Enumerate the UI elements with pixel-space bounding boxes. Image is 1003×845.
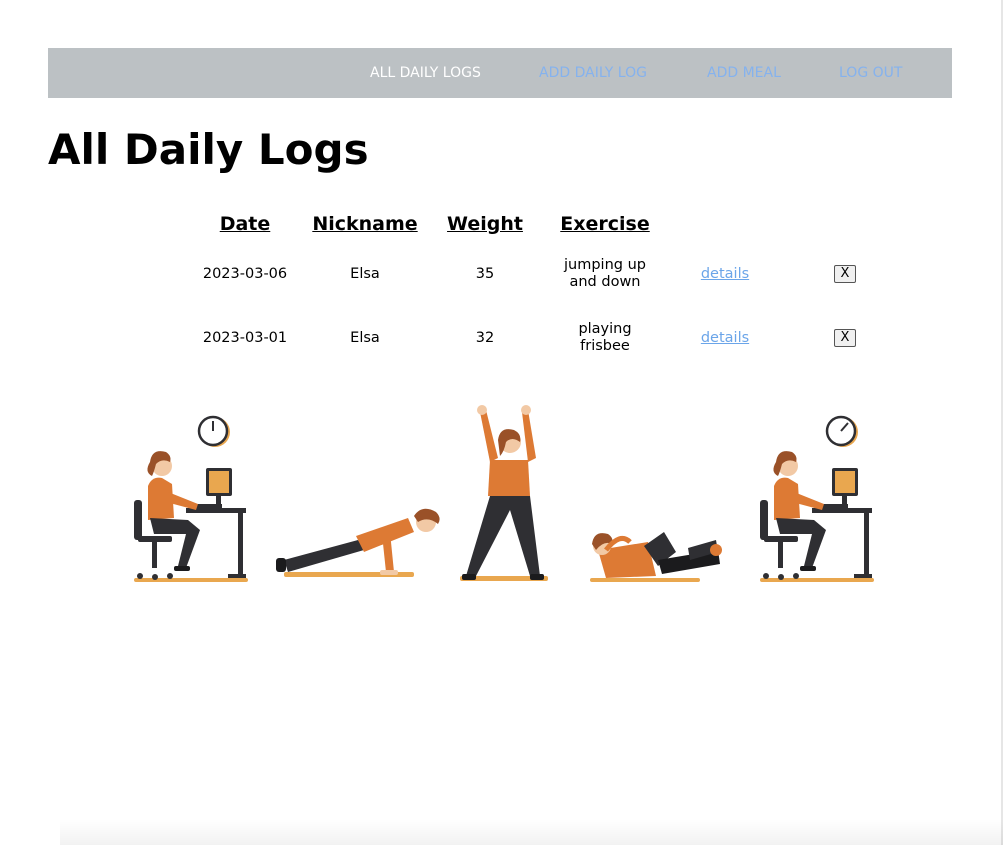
header-delete-spacer	[785, 206, 905, 242]
header-date: Date	[219, 213, 271, 235]
bottom-shadow	[60, 819, 1003, 845]
header-details-spacer	[665, 206, 785, 242]
nickname-cell: Elsa	[305, 306, 425, 370]
exercise-value: jumping up and down	[564, 257, 646, 290]
weight-value: 32	[475, 329, 495, 346]
delete-cell: X	[785, 306, 905, 370]
date-value: 2023-03-01	[202, 329, 288, 346]
delete-button[interactable]: X	[833, 329, 857, 347]
delete-button[interactable]: X	[833, 265, 857, 283]
date-value: 2023-03-06	[202, 265, 288, 282]
table-row: 2023-03-01 Elsa 32 playing frisbee detai…	[185, 306, 905, 370]
daily-logs-table: Date Nickname Weight Exercise 2023-03-06…	[185, 206, 905, 370]
clock-icon	[197, 415, 230, 447]
top-nav-bar: ALL DAILY LOGS ADD DAILY LOG ADD MEAL LO…	[48, 48, 952, 98]
weight-cell: 32	[425, 306, 545, 370]
details-link[interactable]: details	[701, 330, 749, 346]
nav-add-daily-log[interactable]: ADD DAILY LOG	[539, 48, 647, 98]
nickname-value: Elsa	[350, 329, 380, 346]
header-nickname: Nickname	[312, 213, 418, 235]
nickname-cell: Elsa	[305, 242, 425, 306]
woman-at-desk-icon	[760, 451, 874, 582]
date-cell: 2023-03-06	[185, 242, 305, 306]
page-title: All Daily Logs	[48, 125, 369, 174]
details-cell: details	[665, 306, 785, 370]
jumping-jack-icon	[460, 405, 548, 581]
exercise-illustration	[134, 405, 874, 582]
delete-cell: X	[785, 242, 905, 306]
table-header-row: Date Nickname Weight Exercise	[185, 206, 905, 242]
details-cell: details	[665, 242, 785, 306]
nav-all-daily-logs[interactable]: ALL DAILY LOGS	[370, 48, 481, 98]
details-link[interactable]: details	[701, 266, 749, 282]
woman-at-desk-icon	[134, 451, 248, 582]
header-weight: Weight	[447, 213, 523, 235]
clock-icon	[825, 415, 858, 447]
exercise-cell: jumping up and down	[545, 242, 665, 306]
header-exercise: Exercise	[560, 213, 650, 235]
exercise-value: playing frisbee	[578, 321, 632, 354]
exercise-cell: playing frisbee	[545, 306, 665, 370]
weight-cell: 35	[425, 242, 545, 306]
situp-icon	[590, 532, 722, 582]
page: ALL DAILY LOGS ADD DAILY LOG ADD MEAL LO…	[0, 0, 1003, 845]
weight-value: 35	[475, 265, 495, 282]
table-row: 2023-03-06 Elsa 35 jumping up and down d…	[185, 242, 905, 306]
nav-add-meal[interactable]: ADD MEAL	[707, 48, 781, 98]
nickname-value: Elsa	[350, 265, 380, 282]
pushup-icon	[276, 508, 440, 577]
date-cell: 2023-03-01	[185, 306, 305, 370]
nav-log-out[interactable]: LOG OUT	[839, 48, 902, 98]
